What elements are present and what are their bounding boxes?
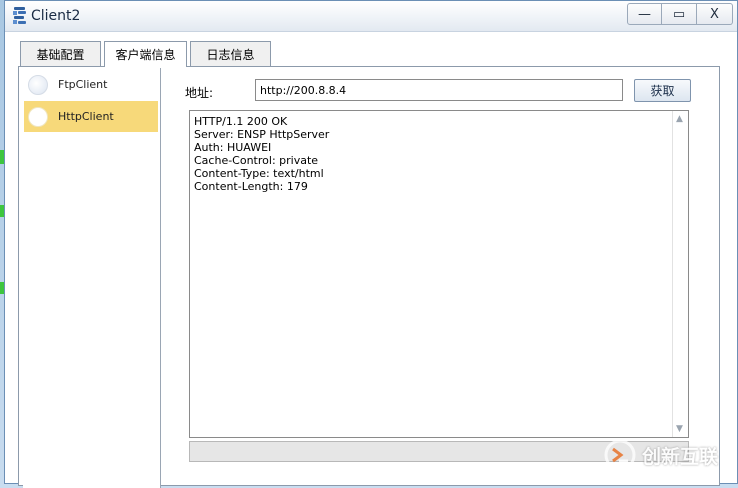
radio-circle-icon [28,106,48,127]
response-line: Auth: HUAWEI [194,141,272,154]
fetch-button[interactable]: 获取 [634,79,691,102]
address-label: 地址: [185,86,214,100]
tab-content-panel: FtpClient HttpClient 地址: 获取 HTTP/1.1 200… [18,66,720,488]
tab-client-info[interactable]: 客户端信息 [104,41,187,67]
scroll-up-icon[interactable]: ▲ [676,114,683,124]
response-line: Content-Length: 179 [194,180,308,193]
maximize-icon: ▭ [672,6,686,22]
maximize-button[interactable]: ▭ [662,3,697,25]
watermark: 创新互联 [604,438,734,472]
list-item-httpclient[interactable]: HttpClient [24,101,158,132]
close-icon: X [710,6,719,22]
close-button[interactable]: X [697,3,733,25]
window-title: Client2 [31,8,81,24]
response-line: Server: ENSP HttpServer [194,128,330,141]
network-client-icon [12,6,28,26]
radio-circle-icon [28,74,48,95]
minimize-button[interactable]: — [627,3,662,25]
client-type-list: FtpClient HttpClient [23,68,161,488]
list-item-label: FtpClient [58,78,108,91]
response-text: HTTP/1.1 200 OK Server: ENSP HttpServer … [194,115,669,193]
list-item-ftpclient[interactable]: FtpClient [24,69,158,100]
address-input[interactable] [255,79,623,101]
response-line: Cache-Control: private [194,154,319,167]
tab-log-info[interactable]: 日志信息 [190,41,271,66]
scroll-down-icon[interactable]: ▼ [676,424,683,434]
response-output-area[interactable]: HTTP/1.1 200 OK Server: ENSP HttpServer … [189,110,689,438]
response-line: Content-Type: text/html [194,167,324,180]
title-bar[interactable]: Client2 — ▭ X [5,1,737,32]
tab-basic-config[interactable]: 基础配置 [20,41,101,66]
watermark-logo-icon [604,439,636,471]
client-window: Client2 — ▭ X 基础配置 客户端信息 日志信息 FtpClient … [4,0,738,488]
vertical-scrollbar[interactable]: ▲ ▼ [672,111,688,437]
list-item-label: HttpClient [58,110,114,123]
response-line: HTTP/1.1 200 OK [194,115,288,128]
minimize-icon: — [638,6,651,22]
watermark-text: 创新互联 [642,445,719,468]
